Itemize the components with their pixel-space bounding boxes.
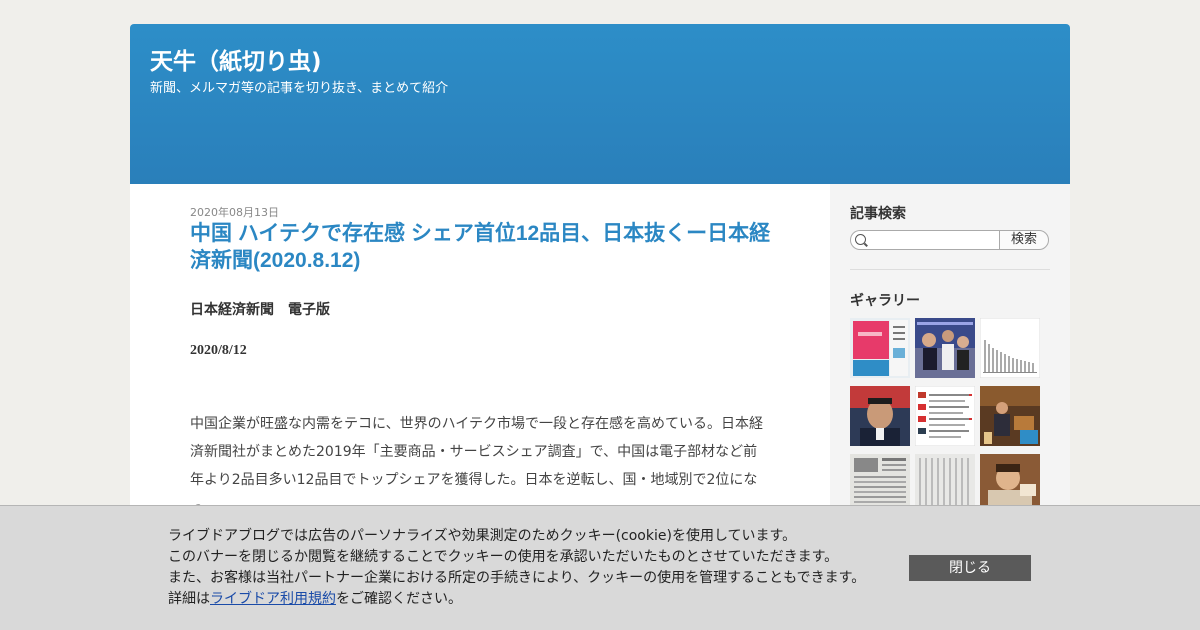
blog-description: 新聞、メルマガ等の記事を切り抜き、まとめて紹介	[150, 81, 449, 96]
cookie-line-1: ライブドアブログでは広告のパーソナライズや効果測定のためクッキー(cookie)…	[168, 528, 797, 544]
photo-icon	[915, 318, 975, 378]
bar-chart-icon	[980, 318, 1040, 378]
cookie-line-4: 詳細はライブドア利用規約をご確認ください。	[168, 589, 865, 610]
cookie-banner: ライブドアブログでは広告のパーソナライズや効果測定のためクッキー(cookie)…	[0, 505, 1200, 630]
post-publication-date: 2020/8/12	[190, 343, 247, 358]
gallery-thumb-1[interactable]	[850, 318, 910, 378]
cookie-line-4-suffix: をご確認ください。	[336, 591, 462, 607]
gallery-heading: ギャラリー	[850, 293, 920, 309]
cookie-close-button[interactable]: 閉じる	[909, 555, 1031, 581]
gallery-thumb-4[interactable]	[850, 386, 910, 446]
cookie-notice-text: ライブドアブログでは広告のパーソナライズや効果測定のためクッキー(cookie)…	[168, 526, 865, 610]
cookie-line-4-prefix: 詳細は	[168, 591, 210, 607]
gallery-thumb-3[interactable]	[980, 318, 1040, 378]
gallery-thumb-2[interactable]	[915, 318, 975, 378]
blog-title-link[interactable]: 天牛（紙切り虫)	[150, 42, 322, 76]
blog-header: 天牛（紙切り虫) 新聞、メルマガ等の記事を切り抜き、まとめて紹介	[130, 24, 1070, 184]
post-source: 日本経済新聞 電子版	[190, 302, 330, 318]
gallery-thumb-5[interactable]	[915, 386, 975, 446]
photo-icon	[980, 386, 1040, 446]
gallery-thumb-6[interactable]	[980, 386, 1040, 446]
cookie-line-2: このバナーを閉じるか閲覧を継続することでクッキーの使用を承認いただいたものとさせ…	[168, 549, 839, 565]
photo-icon	[850, 386, 910, 446]
post-title-link[interactable]: 中国 ハイテクで存在感 シェア首位12品目、日本抜くー日本経済新聞(2020.8…	[190, 220, 780, 274]
list-icon	[915, 386, 975, 446]
post-date: 2020年08月13日	[190, 206, 279, 219]
search-form: 検索	[850, 230, 1050, 250]
cookie-line-3: また、お客様は当社パートナー企業における所定の手続きにより、クッキーの使用を管理…	[168, 570, 866, 586]
search-input[interactable]	[871, 232, 995, 246]
search-field-wrapper	[850, 230, 999, 250]
search-button[interactable]: 検索	[999, 230, 1049, 250]
sidebar-divider	[850, 269, 1050, 270]
photo-icon	[850, 318, 910, 378]
terms-of-use-link[interactable]: ライブドア利用規約	[210, 591, 336, 607]
search-icon	[855, 234, 866, 245]
search-heading: 記事検索	[850, 206, 906, 222]
page: 天牛（紙切り虫) 新聞、メルマガ等の記事を切り抜き、まとめて紹介 2020年08…	[0, 0, 1200, 630]
